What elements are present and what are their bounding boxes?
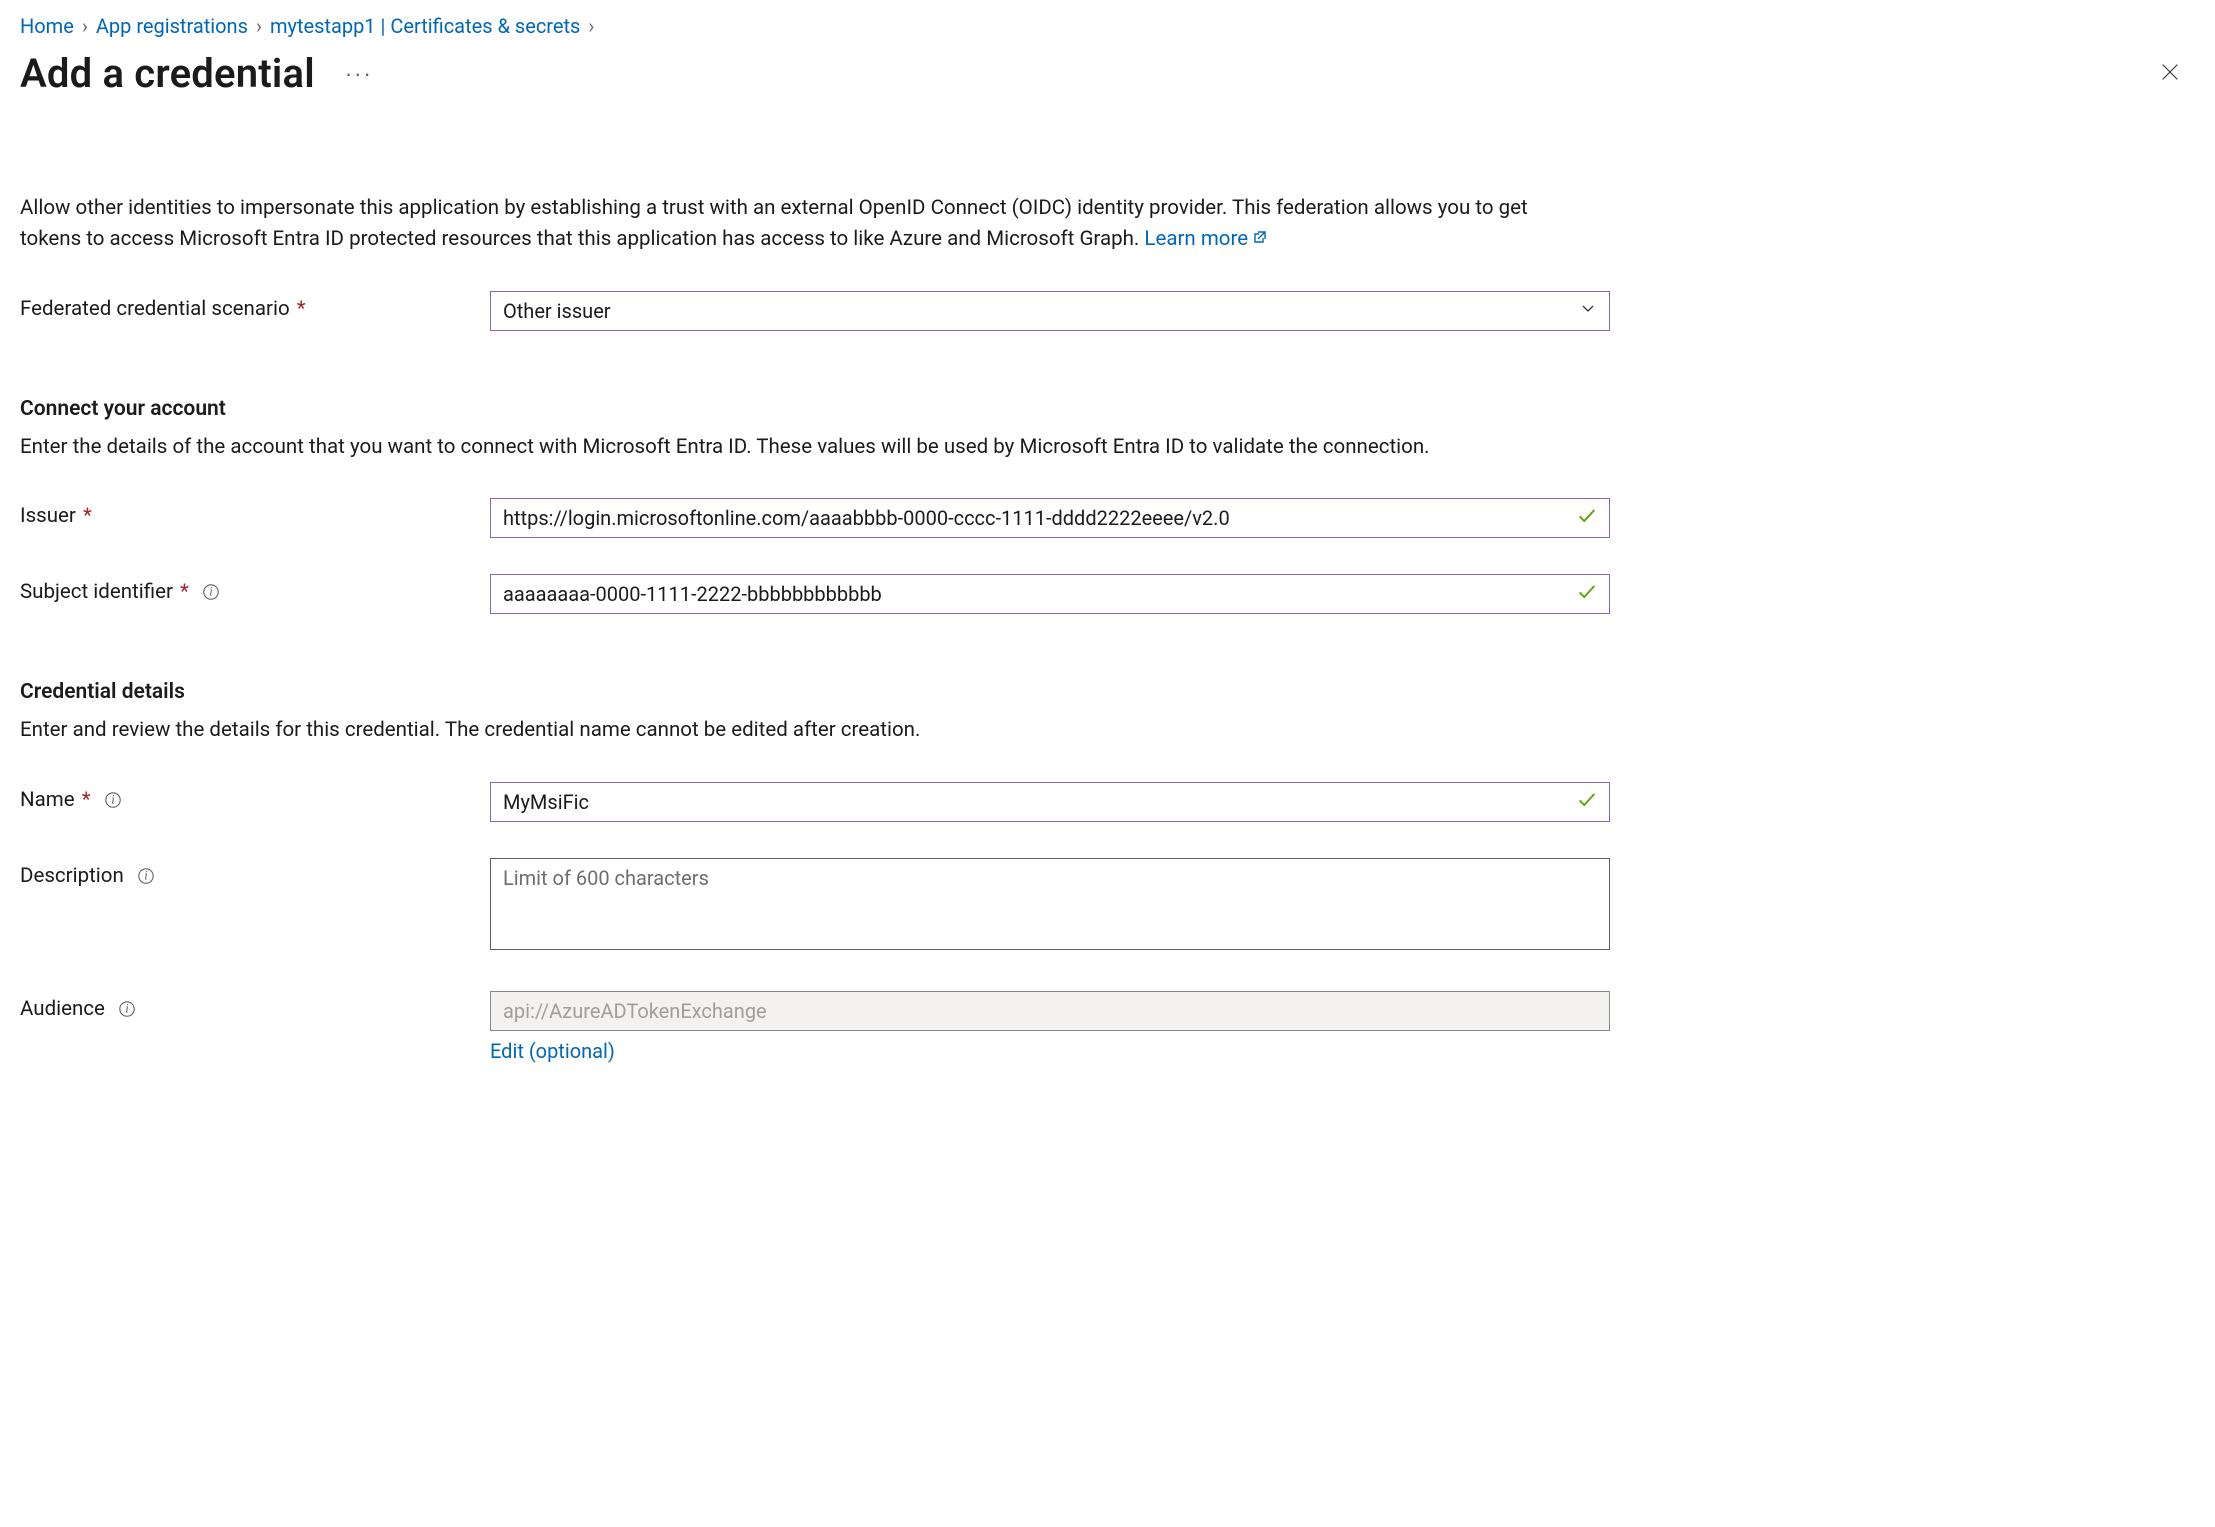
connect-section-desc: Enter the details of the account that yo… xyxy=(20,433,1580,463)
required-asterisk: * xyxy=(180,580,189,604)
audience-input xyxy=(490,991,1610,1031)
subject-identifier-label: Subject identifier * i xyxy=(20,574,490,604)
chevron-right-icon: › xyxy=(588,14,594,38)
required-asterisk: * xyxy=(82,788,91,812)
credential-name-input[interactable] xyxy=(490,782,1610,822)
description-label: Description i xyxy=(20,858,490,888)
description-textarea[interactable] xyxy=(490,858,1610,950)
subject-identifier-input[interactable] xyxy=(490,574,1610,614)
details-section-title: Credential details xyxy=(20,680,2187,704)
info-icon[interactable]: i xyxy=(137,867,155,885)
chevron-right-icon: › xyxy=(256,14,262,38)
page-title: Add a credential xyxy=(20,50,315,97)
chevron-right-icon: › xyxy=(82,14,88,38)
details-section-desc: Enter and review the details for this cr… xyxy=(20,716,1580,746)
breadcrumb-certificates-secrets[interactable]: mytestapp1 | Certificates & secrets xyxy=(270,14,580,38)
scenario-label: Federated credential scenario * xyxy=(20,291,490,321)
info-icon[interactable]: i xyxy=(202,583,220,601)
breadcrumb-app-registrations[interactable]: App registrations xyxy=(96,14,248,38)
connect-section-title: Connect your account xyxy=(20,397,2187,421)
scenario-select[interactable] xyxy=(490,291,1610,331)
issuer-label: Issuer * xyxy=(20,498,490,528)
external-link-icon xyxy=(1252,224,1268,240)
svg-text:i: i xyxy=(125,1002,129,1016)
name-label: Name * i xyxy=(20,782,490,812)
info-icon[interactable]: i xyxy=(118,1000,136,1018)
intro-body: Allow other identities to impersonate th… xyxy=(20,196,1528,251)
close-icon xyxy=(2159,71,2181,86)
svg-text:i: i xyxy=(111,793,115,807)
required-asterisk: * xyxy=(297,297,306,321)
more-actions-button[interactable]: ··· xyxy=(339,57,379,91)
learn-more-label: Learn more xyxy=(1144,227,1248,251)
intro-text: Allow other identities to impersonate th… xyxy=(20,193,1580,255)
svg-text:i: i xyxy=(209,585,213,599)
audience-label: Audience i xyxy=(20,991,490,1021)
learn-more-link[interactable]: Learn more xyxy=(1144,227,1268,251)
close-button[interactable] xyxy=(2153,55,2187,92)
audience-edit-link[interactable]: Edit (optional) xyxy=(490,1039,615,1063)
svg-text:i: i xyxy=(144,869,148,883)
required-asterisk: * xyxy=(83,504,92,528)
title-row: Add a credential ··· xyxy=(20,50,2187,97)
issuer-input[interactable] xyxy=(490,498,1610,538)
info-icon[interactable]: i xyxy=(104,791,122,809)
breadcrumb: Home › App registrations › mytestapp1 | … xyxy=(20,14,2187,38)
breadcrumb-home[interactable]: Home xyxy=(20,14,74,38)
